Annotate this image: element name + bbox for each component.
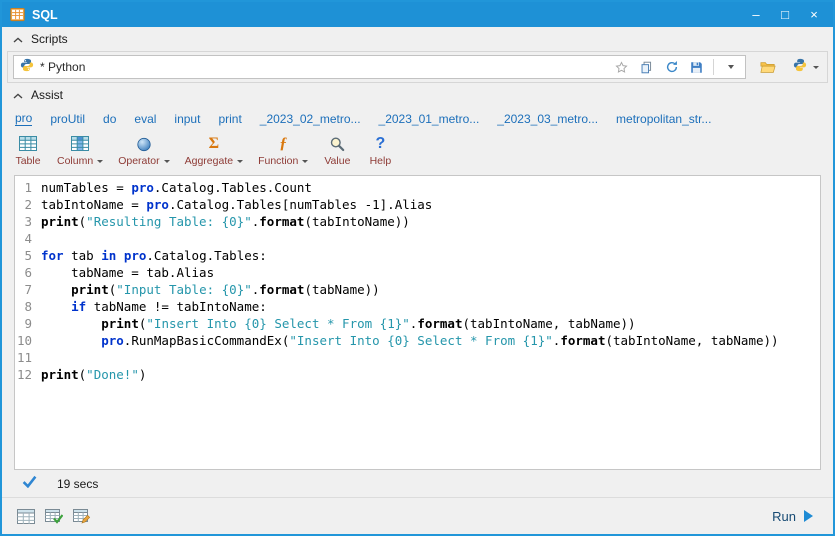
- copy-script-icon[interactable]: [638, 59, 655, 76]
- dropdown-caret-icon: [302, 159, 309, 163]
- sql-window-icon: [10, 7, 25, 22]
- collapse-chevron-icon: [13, 32, 23, 46]
- tool-label: Operator: [118, 155, 160, 167]
- line-number: 11: [16, 350, 32, 365]
- collapse-chevron-icon: [13, 88, 23, 102]
- tab-metropolitan-str[interactable]: metropolitan_str...: [616, 112, 711, 126]
- line-number: 9: [24, 316, 32, 331]
- python-dropdown-icon: [813, 65, 819, 69]
- sql-window: SQL – □ × Scripts * Python Assist pro pr…: [0, 0, 835, 536]
- tab-pro[interactable]: pro: [15, 111, 33, 126]
- help-icon: ?: [375, 134, 386, 152]
- tool-column[interactable]: Column: [57, 134, 104, 167]
- code-line: 12 print("Done!"): [16, 367, 147, 382]
- tool-aggregate[interactable]: Σ Aggregate: [184, 134, 244, 167]
- results-table-icon[interactable]: [17, 508, 35, 524]
- tab-2023-02-metro[interactable]: _2023_02_metro...: [260, 112, 361, 126]
- python-icon: [20, 58, 34, 77]
- column-icon: [71, 134, 90, 153]
- line-number: 5: [24, 248, 32, 263]
- success-check-icon: [22, 475, 37, 493]
- tab-eval[interactable]: eval: [134, 112, 156, 126]
- code-line: 8 if tabName != tabIntoName:: [15, 298, 820, 315]
- save-script-icon[interactable]: [688, 59, 705, 76]
- line-number: 8: [24, 299, 32, 314]
- tool-label: Table: [15, 155, 41, 167]
- line-number: 12: [16, 367, 32, 382]
- code-line: 1 numTables = pro.Catalog.Tables.Count: [15, 179, 820, 196]
- execution-time: 19 secs: [57, 476, 99, 491]
- tool-table[interactable]: Table: [14, 134, 42, 167]
- minimize-button[interactable]: –: [745, 2, 767, 27]
- tab-input[interactable]: input: [174, 112, 200, 126]
- line-number: 6: [24, 265, 32, 280]
- operator-icon: [136, 134, 152, 153]
- tool-label: Value: [324, 155, 351, 167]
- edit-sql-icon[interactable]: [73, 508, 91, 524]
- code-line: 10 pro.RunMapBasicCommandEx("Insert Into…: [16, 333, 779, 348]
- code-line: 6 tabName = tab.Alias: [15, 264, 820, 281]
- run-label: Run: [772, 508, 796, 524]
- assist-tools: Table Column Operator Σ Aggregate ƒ Function Va…: [2, 130, 833, 173]
- code-line: 9 print("Insert Into {0} Select * From {…: [15, 315, 820, 332]
- tool-label: Aggregate: [184, 155, 234, 167]
- assist-tabs: pro proUtil do eval input print _2023_02_metro…: [2, 107, 833, 130]
- assist-section-header[interactable]: Assist: [2, 83, 833, 107]
- tool-value[interactable]: Value: [323, 134, 351, 167]
- line-number: 7: [24, 282, 32, 297]
- verify-table-icon[interactable]: [45, 508, 63, 524]
- run-button[interactable]: Run: [767, 506, 818, 527]
- scripts-section-header[interactable]: Scripts: [2, 27, 833, 51]
- tool-help[interactable]: ? Help: [366, 134, 394, 168]
- tool-label: Column: [57, 155, 94, 167]
- titlebar[interactable]: SQL – □ ×: [2, 2, 833, 27]
- line-number: 2: [24, 197, 32, 212]
- line-number: 10: [16, 333, 32, 348]
- script-selector[interactable]: * Python: [13, 55, 746, 79]
- maximize-button[interactable]: □: [774, 2, 796, 27]
- open-script-button[interactable]: [757, 58, 779, 76]
- line-number: 4: [24, 231, 32, 246]
- tab-proutil[interactable]: proUtil: [50, 112, 85, 126]
- line-number: 3: [24, 214, 32, 229]
- code-line: 7 print("Input Table: {0}".format(tabNam…: [15, 281, 820, 298]
- scripts-header-label: Scripts: [31, 32, 68, 46]
- new-python-script-button[interactable]: [790, 56, 822, 79]
- close-button[interactable]: ×: [803, 2, 825, 27]
- code-line: 5 for tab in pro.Catalog.Tables:: [15, 247, 820, 264]
- tool-label: Function: [258, 155, 299, 167]
- code-line: 4: [15, 230, 820, 247]
- tool-operator[interactable]: Operator: [118, 134, 170, 167]
- tool-label: Help: [369, 155, 392, 167]
- value-icon: [329, 134, 345, 153]
- dropdown-caret-icon: [237, 159, 244, 163]
- refresh-script-icon[interactable]: [663, 59, 680, 76]
- aggregate-icon: Σ: [208, 134, 220, 152]
- dropdown-caret-icon: [97, 159, 104, 163]
- tab-2023-01-metro[interactable]: _2023_01_metro...: [379, 112, 480, 126]
- assist-header-label: Assist: [31, 88, 64, 102]
- tab-print[interactable]: print: [218, 112, 241, 126]
- scripts-toolbar: * Python: [7, 51, 828, 83]
- favorite-star-icon[interactable]: [613, 59, 630, 76]
- tab-2023-03-metro[interactable]: _2023_03_metro...: [497, 112, 598, 126]
- dropdown-caret-icon: [163, 159, 170, 163]
- tool-function[interactable]: ƒ Function: [258, 134, 309, 167]
- window-title: SQL: [32, 7, 58, 22]
- table-icon: [19, 134, 37, 153]
- run-play-icon: [804, 510, 813, 522]
- line-number: 1: [24, 180, 32, 195]
- footer-toolbar: Run: [2, 498, 833, 534]
- combo-dropdown-icon[interactable]: [722, 59, 739, 76]
- python-script-icon: [793, 58, 807, 77]
- tab-do[interactable]: do: [103, 112, 116, 126]
- code-editor[interactable]: 1 numTables = pro.Catalog.Tables.Count 2 ta…: [14, 175, 821, 470]
- code-line: 3 print("Resulting Table: {0}".format(tab…: [15, 213, 820, 230]
- code-line: 11: [15, 349, 820, 366]
- status-bar: 19 secs: [2, 470, 833, 497]
- code-line: 2 tabIntoName = pro.Catalog.Tables[numTab…: [15, 196, 820, 213]
- function-icon: ƒ: [279, 134, 288, 152]
- script-name: * Python: [40, 60, 86, 74]
